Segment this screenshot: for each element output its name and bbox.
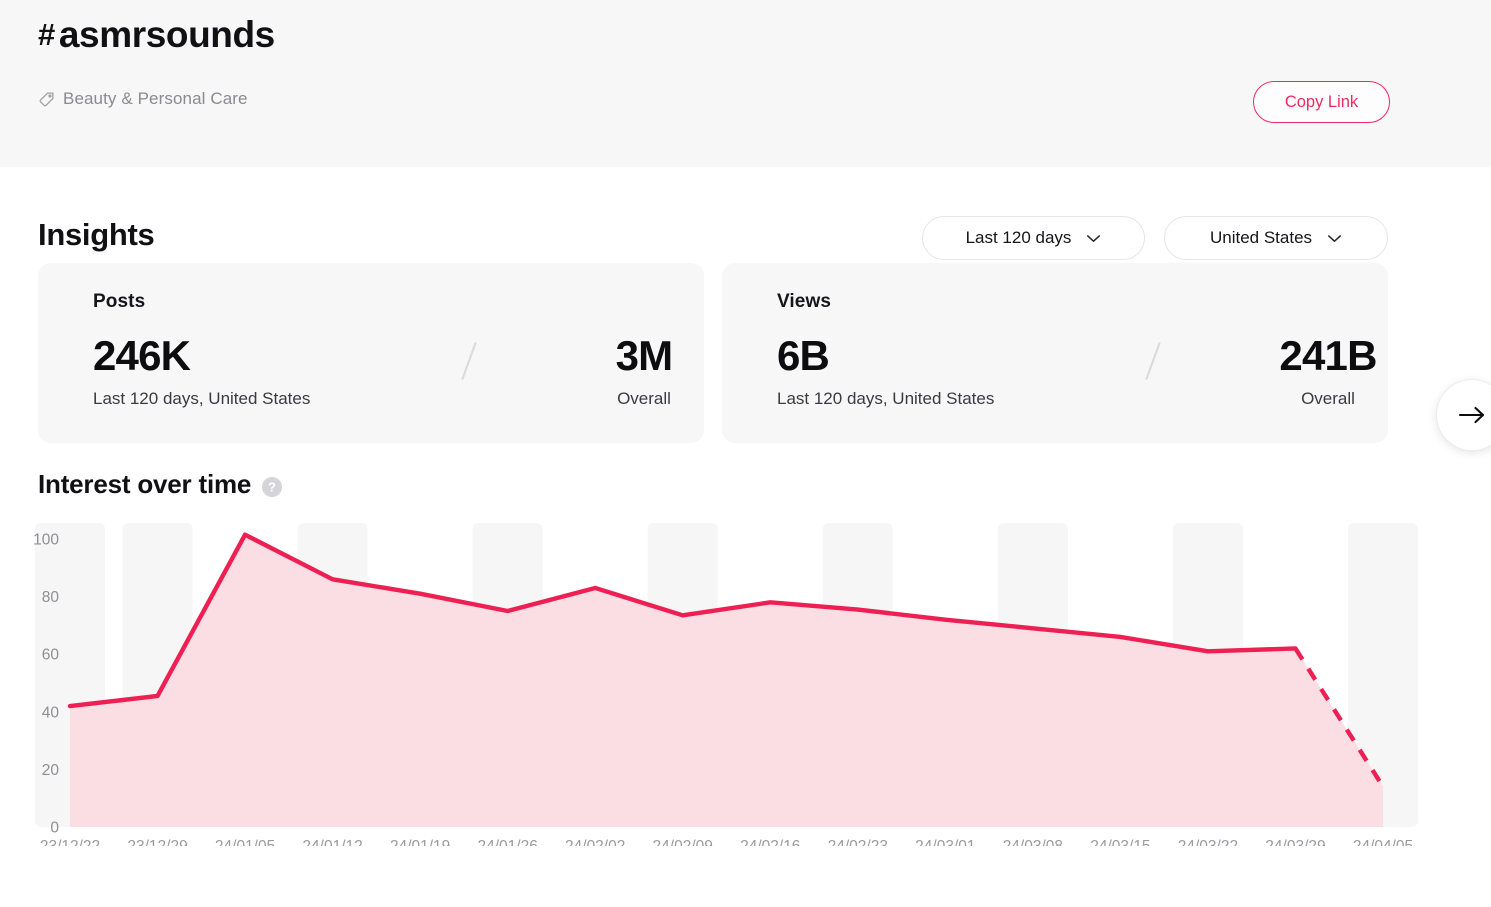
stat-card-posts[interactable]: Posts 246K Last 120 days, United States … (38, 263, 704, 443)
x-axis-tick-label: 24/02/09 (653, 838, 713, 846)
hash-symbol: # (38, 17, 55, 52)
stat-divider (461, 341, 477, 381)
tag-icon (38, 91, 55, 108)
card-title: Views (777, 291, 832, 312)
y-axis-tick-label: 60 (42, 647, 60, 664)
chart-canvas: 0 20 40 60 80 100 23/12/22 23/12/29 24/01/05 24/0… (33, 523, 1419, 846)
chevron-down-icon (1086, 234, 1101, 243)
x-axis-tick-label: 24/02/16 (740, 838, 800, 846)
x-axis-tick-label: 24/01/26 (477, 838, 537, 846)
chart-title: Interest over time (38, 469, 252, 499)
arrow-right-icon (1458, 405, 1486, 425)
x-axis-tick-label: 24/01/05 (215, 838, 275, 846)
primary-sublabel: Last 120 days, United States (93, 389, 311, 408)
x-axis-tick-label: 23/12/29 (127, 838, 187, 846)
secondary-stat: 241B Overall (1253, 335, 1403, 409)
page-title: # asmrsounds (38, 14, 275, 56)
x-axis-tick-label: 23/12/22 (40, 838, 100, 846)
region-dropdown[interactable]: United States (1164, 216, 1388, 260)
stat-cards-row: Posts 246K Last 120 days, United States … (0, 263, 1491, 459)
secondary-stat: 3M Overall (569, 335, 719, 409)
secondary-sublabel: Overall (1301, 389, 1355, 408)
primary-sublabel: Last 120 days, United States (777, 389, 995, 408)
card-body: 6B Last 120 days, United States 241B Ove… (777, 335, 1377, 409)
date-range-dropdown[interactable]: Last 120 days (922, 216, 1145, 260)
copy-link-button[interactable]: Copy Link (1253, 81, 1390, 123)
x-axis-tick-label: 24/03/15 (1090, 838, 1150, 846)
x-axis-tick-label: 24/03/01 (915, 838, 975, 846)
primary-stat: 246K Last 120 days, United States (93, 335, 310, 409)
stat-card-views[interactable]: Views 6B Last 120 days, United States 24… (722, 263, 1388, 443)
y-axis-tick-label: 100 (33, 532, 59, 549)
page-header: # asmrsounds Beauty & Personal Care Copy … (0, 0, 1491, 167)
chart-heading: Interest over time ? (38, 469, 283, 500)
primary-stat: 6B Last 120 days, United States (777, 335, 994, 409)
insights-heading: Insights (38, 217, 155, 252)
date-range-value: Last 120 days (965, 228, 1072, 247)
card-body: 246K Last 120 days, United States 3M Ove… (93, 335, 673, 409)
interest-chart[interactable]: 0 20 40 60 80 100 23/12/22 23/12/29 24/01/05 24/0… (0, 511, 1491, 846)
card-title: Posts (93, 291, 146, 312)
x-axis-tick-label: 24/03/29 (1265, 838, 1325, 846)
y-axis-tick-label: 80 (42, 589, 60, 606)
question-mark-circle-icon[interactable]: ? (262, 475, 283, 497)
x-axis-tick-label: 24/03/08 (1003, 838, 1063, 846)
y-axis-tick-label: 20 (42, 762, 60, 779)
x-axis-tick-label: 24/01/12 (302, 838, 362, 846)
stat-divider (1145, 341, 1161, 381)
svg-text:?: ? (268, 479, 276, 494)
x-axis-tick-label: 24/02/23 (828, 838, 888, 846)
region-value: United States (1209, 228, 1313, 247)
x-axis-tick-label: 24/03/22 (1178, 838, 1238, 846)
x-axis-tick-label: 24/02/02 (565, 838, 625, 846)
hashtag-name: asmrsounds (58, 14, 275, 55)
x-axis-tick-label: 24/01/19 (390, 838, 450, 846)
insights-bar: Insights Last 120 days United States (0, 167, 1491, 263)
y-axis-tick-label: 40 (42, 704, 60, 721)
secondary-sublabel: Overall (617, 389, 671, 408)
category-label: Beauty & Personal Care (63, 89, 248, 108)
category-row: Beauty & Personal Care (38, 89, 248, 109)
primary-value: 246K (93, 332, 191, 379)
primary-value: 6B (777, 332, 830, 379)
secondary-value: 241B (1279, 332, 1377, 379)
x-axis-tick-label: 24/04/05 (1353, 838, 1413, 846)
secondary-value: 3M (615, 332, 674, 379)
chevron-down-icon (1327, 234, 1342, 243)
y-axis-tick-label: 0 (50, 820, 59, 837)
